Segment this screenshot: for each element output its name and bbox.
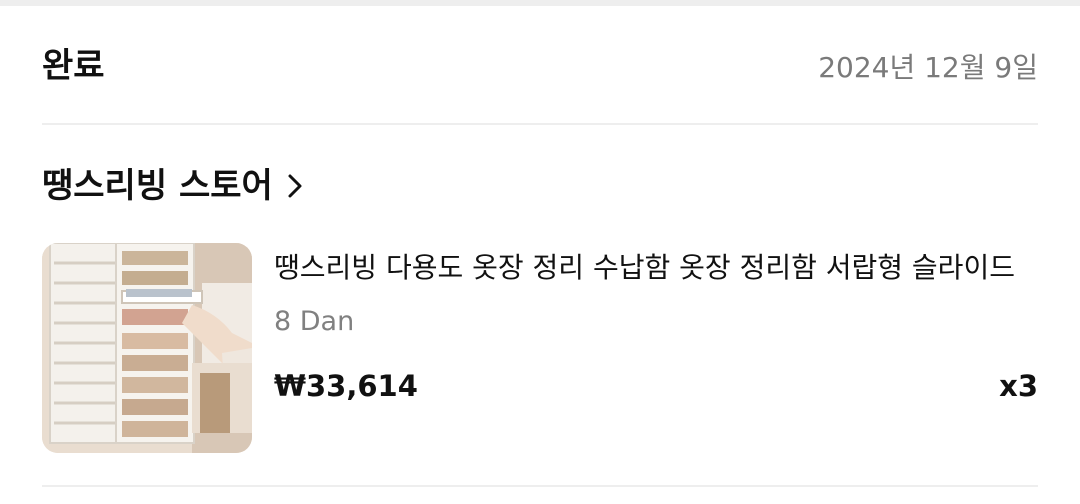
product-title[interactable]: 땡스리빙 다용도 옷장 정리 수납함 옷장 정리함 서랍형 슬라이드 bbox=[274, 244, 1042, 292]
order-status: 완료 bbox=[42, 46, 105, 86]
order-date: 2024년 12월 9일 bbox=[818, 51, 1038, 84]
product-image[interactable] bbox=[42, 243, 252, 453]
product-quantity: x3 bbox=[999, 369, 1038, 403]
product-price: ₩33,614 bbox=[274, 369, 418, 403]
top-separator-band bbox=[0, 0, 1080, 6]
divider bbox=[42, 485, 1038, 487]
product-image-illustration bbox=[42, 243, 252, 453]
chevron-right-icon bbox=[288, 174, 302, 198]
order-header: 완료 2024년 12월 9일 bbox=[42, 38, 1038, 94]
product-option: 8 Dan bbox=[274, 306, 355, 337]
divider bbox=[42, 123, 1038, 125]
store-link[interactable]: 땡스리빙 스토어 bbox=[42, 158, 305, 214]
store-name: 땡스리빙 스토어 bbox=[42, 166, 273, 206]
